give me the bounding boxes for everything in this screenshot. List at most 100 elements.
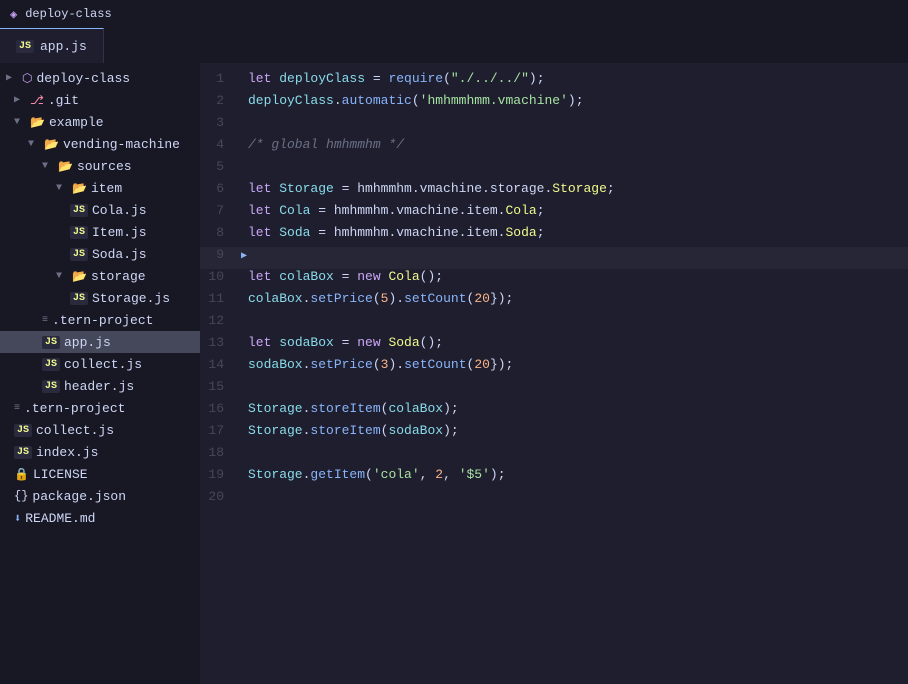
sidebar-item-readme[interactable]: ⬇ README.md xyxy=(0,507,200,529)
main-layout: ▶ ⬡ deploy-class ▶ ⎇ .git ▼ 📂 example ▼ … xyxy=(0,63,908,684)
line-content: Storage.storeItem(colaBox); xyxy=(248,401,892,416)
line-number: 10 xyxy=(200,269,240,284)
git-label: .git xyxy=(48,93,79,108)
line-number: 13 xyxy=(200,335,240,350)
line-number: 12 xyxy=(200,313,240,328)
line-content: deployClass.automatic('hmhmmhmm.vmachine… xyxy=(248,93,892,108)
folder-open-icon: 📂 xyxy=(30,115,45,130)
sidebar-item-license[interactable]: 🔒 LICENSE xyxy=(0,463,200,485)
sidebar-item-example[interactable]: ▼ 📂 example xyxy=(0,111,200,133)
sidebar-item-item-js[interactable]: JS Item.js xyxy=(0,221,200,243)
folder-icon: ⬡ xyxy=(22,71,32,86)
title-bar: ◈ deploy-class xyxy=(0,0,908,28)
sidebar-item-soda-js[interactable]: JS Soda.js xyxy=(0,243,200,265)
line-number: 9 xyxy=(200,247,240,262)
code-editor[interactable]: 1let deployClass = require("./../../");2… xyxy=(200,63,908,684)
sidebar-item-git[interactable]: ▶ ⎇ .git xyxy=(0,89,200,111)
tern-project-2-label: .tern-project xyxy=(24,401,125,416)
code-line: 4 /* global hmhmmhm */ xyxy=(200,137,908,159)
line-number: 1 xyxy=(200,71,240,86)
line-number: 4 xyxy=(200,137,240,152)
code-area: 1let deployClass = require("./../../");2… xyxy=(200,63,908,684)
tab-app-js[interactable]: JS app.js xyxy=(0,28,104,63)
sidebar-item-header-js[interactable]: JS header.js xyxy=(0,375,200,397)
code-line: 5 xyxy=(200,159,908,181)
line-content: /* global hmhmmhm */ xyxy=(248,137,892,152)
line-content: Storage.getItem('cola', 2, '$5'); xyxy=(248,467,892,482)
license-label: LICENSE xyxy=(33,467,88,482)
code-line: 1let deployClass = require("./../../"); xyxy=(200,71,908,93)
code-line: 3 xyxy=(200,115,908,137)
code-line: 14sodaBox.setPrice(3).setCount(20}); xyxy=(200,357,908,379)
title-text: deploy-class xyxy=(25,7,111,21)
chevron-down-icon: ▼ xyxy=(56,183,68,194)
sidebar-item-sources[interactable]: ▼ 📂 sources xyxy=(0,155,200,177)
cola-js-label: Cola.js xyxy=(92,203,147,218)
code-line: 15 xyxy=(200,379,908,401)
line-number: 19 xyxy=(200,467,240,482)
example-label: example xyxy=(49,115,104,130)
js-file-icon: JS xyxy=(42,358,60,371)
sidebar-item-storage-js[interactable]: JS Storage.js xyxy=(0,287,200,309)
tern-project-1-label: .tern-project xyxy=(52,313,153,328)
code-line: 8 let Soda = hmhmmhm.vmachine.item.Soda; xyxy=(200,225,908,247)
line-content: sodaBox.setPrice(3).setCount(20}); xyxy=(248,357,892,372)
line-content: let colaBox = new Cola(); xyxy=(248,269,892,284)
line-number: 20 xyxy=(200,489,240,504)
code-line: 9▶ xyxy=(200,247,908,269)
vending-machine-label: vending-machine xyxy=(63,137,180,152)
git-icon: ⎇ xyxy=(30,93,44,108)
line-number: 17 xyxy=(200,423,240,438)
sidebar-item-tern-project-1[interactable]: ≡ .tern-project xyxy=(0,309,200,331)
chevron-right-icon: ▶ xyxy=(6,72,18,84)
soda-js-label: Soda.js xyxy=(92,247,147,262)
sidebar-item-cola-js[interactable]: JS Cola.js xyxy=(0,199,200,221)
line-content: let sodaBox = new Soda(); xyxy=(248,335,892,350)
line-content: colaBox.setPrice(5).setCount(20}); xyxy=(248,291,892,306)
line-number: 8 xyxy=(200,225,240,240)
root-label: deploy-class xyxy=(36,71,130,86)
js-file-icon: JS xyxy=(14,446,32,459)
storage-label: storage xyxy=(91,269,146,284)
folder-open-icon: 📂 xyxy=(44,137,59,152)
chevron-down-icon: ▼ xyxy=(28,139,40,150)
storage-js-label: Storage.js xyxy=(92,291,170,306)
title-icon: ◈ xyxy=(10,7,17,22)
line-number: 18 xyxy=(200,445,240,460)
package-icon: {} xyxy=(14,489,28,503)
chevron-down-icon: ▼ xyxy=(56,271,68,282)
line-number: 6 xyxy=(200,181,240,196)
line-content: let Soda = hmhmmhm.vmachine.item.Soda; xyxy=(248,225,892,240)
code-line: 20 xyxy=(200,489,908,511)
line-number: 15 xyxy=(200,379,240,394)
readme-label: README.md xyxy=(25,511,95,526)
js-file-icon: JS xyxy=(16,40,34,53)
code-line: 18 xyxy=(200,445,908,467)
chevron-right-icon: ▶ xyxy=(14,94,26,106)
line-content: let Storage = hmhmmhm.vmachine.storage.S… xyxy=(248,181,892,196)
collect-js-2-label: collect.js xyxy=(36,423,114,438)
arrow-indicator: ▶ xyxy=(240,250,248,262)
sidebar-item-collect-js-1[interactable]: JS collect.js xyxy=(0,353,200,375)
line-number: 3 xyxy=(200,115,240,130)
sidebar-item-tern-project-2[interactable]: ≡ .tern-project xyxy=(0,397,200,419)
code-line: 12 xyxy=(200,313,908,335)
sidebar-item-item[interactable]: ▼ 📂 item xyxy=(0,177,200,199)
sidebar-item-vending-machine[interactable]: ▼ 📂 vending-machine xyxy=(0,133,200,155)
menu-dots-icon: ≡ xyxy=(14,403,20,414)
code-line: 17Storage.storeItem(sodaBox); xyxy=(200,423,908,445)
sidebar: ▶ ⬡ deploy-class ▶ ⎇ .git ▼ 📂 example ▼ … xyxy=(0,63,200,684)
js-file-icon: JS xyxy=(42,336,60,349)
app-js-label: app.js xyxy=(64,335,111,350)
sidebar-root-deploy-class[interactable]: ▶ ⬡ deploy-class xyxy=(0,67,200,89)
sidebar-item-index-js[interactable]: JS index.js xyxy=(0,441,200,463)
js-file-icon: JS xyxy=(14,424,32,437)
sidebar-item-app-js[interactable]: JS app.js xyxy=(0,331,200,353)
sidebar-item-storage[interactable]: ▼ 📂 storage xyxy=(0,265,200,287)
tab-label: app.js xyxy=(40,39,87,54)
code-line: 10 let colaBox = new Cola(); xyxy=(200,269,908,291)
sidebar-item-collect-js-2[interactable]: JS collect.js xyxy=(0,419,200,441)
chevron-down-icon: ▼ xyxy=(42,161,54,172)
code-line: 2deployClass.automatic('hmhmmhmm.vmachin… xyxy=(200,93,908,115)
sidebar-item-package-json[interactable]: {} package.json xyxy=(0,485,200,507)
